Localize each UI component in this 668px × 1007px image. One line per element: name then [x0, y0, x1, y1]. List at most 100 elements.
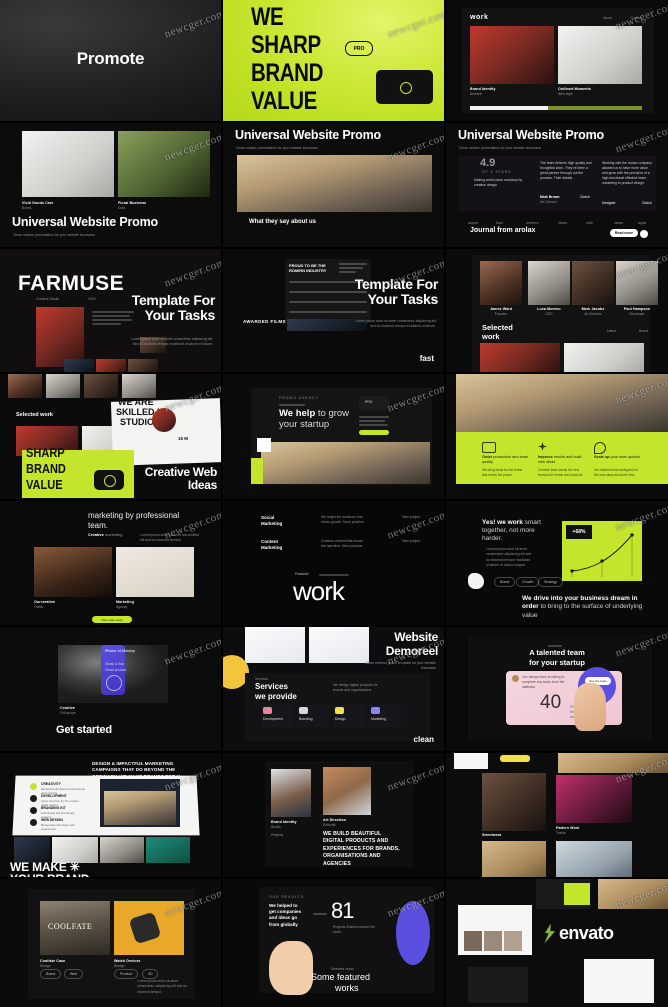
preview-cell-team-selected-work[interactable]: James Ward Founder Luca Moreno CEO Mark Ja… [446, 249, 668, 374]
gys-hero-image[interactable] [261, 442, 430, 484]
work-card-title-2: Outlined Moments Web style [558, 87, 591, 96]
talented-title-2: for your startup [529, 658, 585, 667]
team-portrait-3[interactable] [572, 261, 614, 305]
chart-tag-2[interactable]: Growth [516, 577, 540, 587]
marketing-card-image-2[interactable] [116, 547, 194, 597]
work-card-image-2[interactable] [558, 26, 642, 84]
work-card-title-1: Brand Identity Artwork [470, 87, 496, 96]
promo-read-more-button[interactable]: Read more [609, 229, 638, 237]
team-filter-2[interactable]: Brand [639, 329, 648, 333]
marketing-card-image-1[interactable] [34, 547, 112, 597]
promo-title-2: Universal Website Promo [235, 128, 381, 142]
coolfate-tag-2[interactable]: Web [64, 969, 84, 979]
work-nav-about[interactable]: About [603, 16, 612, 20]
team-name-4: Paul Hampson Developer [623, 307, 651, 316]
feature-bullet-2 [30, 795, 37, 802]
preview-cell-universal-promo-3[interactable]: Universal Website Promo Clean modern pre… [446, 123, 668, 249]
statement-link[interactable]: Projects [271, 833, 283, 837]
promo-logo-3: northern [526, 221, 539, 225]
gys-button[interactable] [359, 430, 389, 435]
preview-cell-coolfate[interactable]: COOLFATE Coolfate Case Design Watch Devic… [0, 879, 223, 1007]
preview-cell-get-started[interactable]: iPhone 14 Mockup Sharp & flow Clean prod… [0, 627, 223, 753]
services-body-1: We target the audience that drives growt… [321, 515, 365, 525]
preview-cell-talented-team[interactable]: A talented team for your startup See the… [446, 627, 668, 753]
talented-stat: 40 [540, 692, 562, 713]
marketing-cta-button[interactable]: View case study [92, 616, 132, 623]
preview-cell-portfolio-mosaic[interactable]: Streetwear Pattern Work Textile newcger.c… [446, 753, 668, 879]
preview-cell-awarded-films[interactable]: PROUD TO BE THE ROMEIN INDUSTRY AWARDED … [223, 249, 446, 374]
counter-title-1: Some featured [311, 972, 371, 982]
features-hero-image [456, 374, 668, 432]
farmuse-thumb-2[interactable] [64, 359, 94, 372]
card-icon-4 [371, 707, 380, 714]
preview-cell-we-build-beautiful[interactable]: Brand Identity Studio Art Direction Editor… [223, 753, 446, 879]
promo-quote-2-brand: Clutch [642, 201, 652, 205]
preview-cell-promote[interactable]: Promote newcger.com [0, 0, 223, 123]
promo-logo-5: orbit [586, 221, 593, 225]
gys-play-button[interactable] [257, 438, 271, 452]
awards-tagline: fast [419, 354, 434, 364]
promo-stat-sub: Making world-class company by creative d… [474, 178, 523, 188]
mosaic-image-2[interactable] [556, 775, 632, 823]
promo-hero-image[interactable] [237, 155, 432, 212]
farmuse-thumb-3[interactable] [96, 359, 126, 372]
chart-footer: We drive into your business dream in ord… [522, 595, 650, 620]
preview-cell-lime-features[interactable]: Order production and team quality Improv… [446, 374, 668, 501]
mosaic-image-4[interactable] [556, 841, 632, 877]
promo-subtitle-1: Clean modern presentation for your websi… [13, 233, 95, 237]
team-portrait-2[interactable] [528, 261, 570, 305]
chart-tag-3[interactable]: Strategy [538, 577, 564, 587]
team-portrait-4[interactable] [616, 261, 658, 305]
preview-cell-website-demoreel[interactable]: Website Demoreel Clean minimal promo tem… [223, 627, 446, 753]
preview-cell-featured-work[interactable]: Social Marketing We target the audience … [223, 501, 446, 627]
chart-tag-1[interactable]: Brand [494, 577, 516, 587]
preview-cell-universal-promo-1[interactable]: Vivid Goods Care Boxes Floral Business Car… [0, 123, 223, 249]
team-work-image-2[interactable] [564, 343, 644, 372]
promo-footer-title: Journal from arolax [470, 227, 536, 234]
preview-cell-creative-web-ideas[interactable]: Selected work WE ARE SKILLED IN STUDIO 1… [0, 374, 223, 501]
services-link-1[interactable]: View project [402, 515, 420, 519]
preview-cell-work-smart-chart[interactable]: Yes! we work smart together, not more ha… [446, 501, 668, 627]
preview-cell-farmuse[interactable]: FARMUSE Creative Studio 2024 Template Fo… [0, 249, 223, 374]
promo-card-image-2[interactable] [118, 131, 210, 197]
services-link-2[interactable]: View project [402, 539, 420, 543]
statement-image-1[interactable] [271, 769, 311, 817]
brand-thumb-3 [100, 837, 144, 863]
preview-cell-grow-your-startup[interactable]: PROMO AGENCY We help to grow your startu… [223, 374, 446, 501]
cwi-circle-graphic [152, 408, 176, 432]
statement-caption-2: Art Direction Editorial [323, 818, 347, 827]
statement-image-2[interactable] [323, 767, 371, 815]
farmuse-meta-left: Creative Studio [36, 297, 60, 301]
coolfate-tag-4[interactable]: 3D [142, 969, 159, 979]
preview-cell-universal-promo-2[interactable]: Universal Website Promo Clean modern pre… [223, 123, 446, 249]
preview-cell-some-featured-works[interactable]: OUR RESULTS We helped to get companies a… [223, 879, 446, 1007]
team-work-image-1[interactable] [480, 343, 560, 372]
farmuse-portrait[interactable] [36, 307, 84, 367]
team-filter-1[interactable]: Latest [607, 329, 616, 333]
work-card-image-1[interactable] [470, 26, 554, 84]
coolfate-caption-1: Coolfate Case Design [40, 959, 66, 968]
preview-cell-we-sharp-brand-value[interactable]: WE SHARP BRAND VALUE PRO newcger.com [223, 0, 446, 123]
feature-body-1: We bring ideas for the brand that needs … [482, 468, 523, 477]
avatar [512, 675, 519, 682]
coolfate-tag-1[interactable]: Brand [40, 969, 62, 979]
preview-cell-envato[interactable]: envato newcger.com [446, 879, 668, 1007]
statement-caption-1: Brand Identity Studio [271, 820, 297, 829]
work-nav-contact[interactable]: Contact [630, 16, 642, 20]
mosaic-image-3[interactable] [482, 841, 546, 877]
work-progress-fill [470, 106, 548, 110]
device-caption: Creative Full-scope [60, 706, 76, 715]
preview-cell-marketing-team[interactable]: marketing by professional team. Creative… [0, 501, 223, 627]
farmuse-thumb-4[interactable] [128, 359, 158, 372]
envato-logo-text: envato [559, 923, 614, 943]
demoreel-card-title-3: Design [335, 717, 346, 721]
promo-card-image-1[interactable] [22, 131, 114, 197]
mosaic-image-1[interactable] [482, 773, 546, 831]
coolfate-tag-3[interactable]: Product [114, 969, 139, 979]
preview-cell-we-make-your-brand[interactable]: DESIGN & IMPACTFUL MARKETING CAMPAIGNS T… [0, 753, 223, 879]
awarded-films-label: AWARDED FILMS [243, 319, 286, 324]
team-heading: Selected work [482, 323, 513, 341]
follow-badge[interactable] [500, 755, 530, 762]
team-portrait-1[interactable] [480, 261, 522, 305]
preview-cell-work-portfolio[interactable]: work About Contact Brand Identity Artwork… [446, 0, 668, 123]
